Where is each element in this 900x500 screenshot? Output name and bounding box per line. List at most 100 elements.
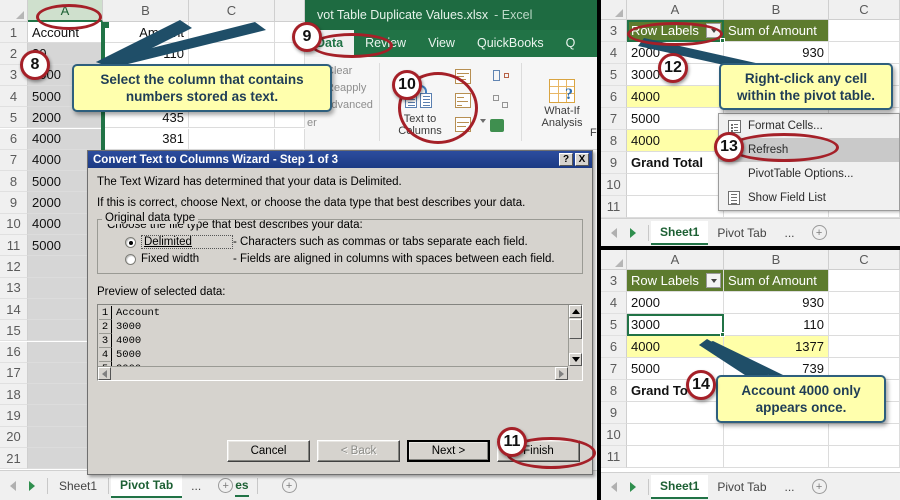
row-header[interactable]: 4 bbox=[601, 42, 627, 64]
row-header[interactable]: 13 bbox=[0, 277, 28, 299]
cell-c[interactable] bbox=[829, 424, 900, 446]
consolidate-icon[interactable] bbox=[493, 69, 509, 84]
next-sheet-icon-br[interactable] bbox=[630, 481, 636, 492]
ribbon-tab-quickbooks[interactable]: QuickBooks bbox=[466, 30, 555, 57]
ribbon-tab-review[interactable]: Review bbox=[354, 30, 417, 57]
row-header[interactable]: 4 bbox=[601, 292, 627, 314]
row-header[interactable]: 19 bbox=[0, 405, 28, 427]
row-header[interactable]: 7 bbox=[0, 149, 28, 172]
sheet-tab-more-br[interactable]: ... bbox=[776, 476, 804, 498]
prev-sheet-icon-tr[interactable] bbox=[611, 227, 617, 238]
cell-c[interactable] bbox=[829, 270, 900, 292]
scroll-right-button[interactable] bbox=[555, 367, 568, 380]
scroll-left-button[interactable] bbox=[98, 367, 111, 380]
next-sheet-icon-tr[interactable] bbox=[630, 227, 636, 238]
vertical-scroll-thumb[interactable] bbox=[569, 319, 582, 339]
cell-a[interactable]: 5000 bbox=[627, 108, 724, 130]
sheet-tab-sheet1-tr[interactable]: Sheet1 bbox=[651, 220, 709, 245]
add-sheet-button-br[interactable]: + bbox=[811, 479, 827, 494]
row-header[interactable]: 8 bbox=[0, 171, 28, 193]
row-header[interactable]: 10 bbox=[601, 424, 627, 446]
prev-sheet-icon[interactable] bbox=[10, 480, 16, 491]
cell-a[interactable]: Grand Total bbox=[627, 152, 724, 174]
remove-duplicates-icon[interactable] bbox=[455, 93, 471, 108]
cell-c[interactable] bbox=[829, 292, 900, 314]
radio-fixed-width-row[interactable]: Fixed width - Fields are aligned in colu… bbox=[107, 253, 573, 265]
radio-fixed-width[interactable] bbox=[125, 253, 136, 265]
row-header[interactable]: 6 bbox=[0, 128, 28, 150]
sheet-tab-more[interactable]: ... bbox=[182, 475, 210, 497]
cell-a[interactable] bbox=[627, 174, 724, 196]
cell-c[interactable] bbox=[829, 314, 900, 336]
row-header[interactable]: 5 bbox=[0, 107, 28, 129]
sheet-tab-overlap-fragment[interactable]: es bbox=[235, 475, 249, 497]
preview-horizontal-scrollbar[interactable] bbox=[98, 366, 568, 380]
flash-fill-icon[interactable] bbox=[455, 69, 471, 84]
add-sheet-button-2[interactable]: + bbox=[281, 478, 297, 493]
cell-a[interactable]: 4000 bbox=[28, 128, 103, 150]
row-header[interactable]: 4 bbox=[0, 85, 28, 108]
row-header[interactable]: 12 bbox=[0, 256, 28, 278]
sheet-tab-sheet1[interactable]: Sheet1 bbox=[50, 475, 106, 497]
cell-c[interactable] bbox=[829, 336, 900, 358]
row-header[interactable]: 3 bbox=[601, 270, 627, 292]
sheet-nav-arrows-br[interactable] bbox=[601, 481, 646, 492]
cell-c[interactable] bbox=[829, 446, 900, 468]
row-labels-filter-button-br[interactable] bbox=[706, 273, 721, 288]
data-preview-box[interactable]: 1Account23000340004500052000 bbox=[97, 304, 583, 381]
cancel-button[interactable]: Cancel bbox=[227, 440, 310, 462]
column-header-a-tr[interactable]: A bbox=[627, 0, 724, 20]
cell-a[interactable]: 4000 bbox=[627, 130, 724, 152]
menu-item-format-cells[interactable]: Format Cells... bbox=[719, 114, 899, 138]
cell-d[interactable] bbox=[275, 128, 305, 150]
row-header[interactable]: 10 bbox=[0, 213, 28, 235]
cell-b[interactable]: 110 bbox=[724, 314, 829, 336]
ribbon-tab-partial[interactable]: Q bbox=[555, 30, 587, 57]
data-validation-chevron-icon[interactable] bbox=[480, 119, 486, 123]
row-header[interactable]: 8 bbox=[601, 380, 627, 402]
sheet-tab-more-tr[interactable]: ... bbox=[776, 222, 804, 244]
row-header[interactable]: 7 bbox=[601, 358, 627, 380]
cell-a[interactable]: 4000 bbox=[627, 86, 724, 108]
cell-a[interactable] bbox=[627, 402, 724, 424]
sheet-tab-pivot-tab-br[interactable]: Pivot Tab bbox=[708, 476, 775, 498]
cell-c[interactable] bbox=[189, 128, 275, 150]
cell-b[interactable] bbox=[724, 446, 829, 468]
cell-b[interactable]: 381 bbox=[103, 128, 189, 150]
row-header[interactable]: 7 bbox=[601, 108, 627, 130]
next-sheet-icon[interactable] bbox=[29, 480, 35, 491]
row-header[interactable]: 9 bbox=[601, 152, 627, 174]
scroll-down-button[interactable] bbox=[569, 353, 582, 366]
relationships-icon[interactable] bbox=[493, 95, 509, 110]
cell-a[interactable]: 2000 bbox=[627, 292, 724, 314]
row-header[interactable]: 20 bbox=[0, 426, 28, 448]
row-header[interactable]: 17 bbox=[0, 362, 28, 385]
sheet-nav-arrows[interactable] bbox=[0, 480, 45, 491]
row-header[interactable]: 14 bbox=[0, 298, 28, 321]
add-sheet-button-tr[interactable]: + bbox=[811, 225, 827, 240]
row-header[interactable]: 9 bbox=[0, 192, 28, 214]
sheet-tab-pivot-tab-tr[interactable]: Pivot Tab bbox=[708, 222, 775, 244]
column-header-b-br[interactable]: B bbox=[724, 250, 829, 270]
row-header[interactable]: 3 bbox=[601, 20, 627, 42]
cell-a[interactable] bbox=[627, 424, 724, 446]
manage-model-icon[interactable] bbox=[490, 119, 504, 132]
row-header[interactable]: 5 bbox=[601, 314, 627, 336]
next-button[interactable]: Next > bbox=[407, 440, 490, 462]
row-header[interactable]: 11 bbox=[601, 196, 627, 218]
ribbon-tab-view[interactable]: View bbox=[417, 30, 466, 57]
help-button[interactable]: ? bbox=[559, 153, 573, 166]
row-header[interactable]: 6 bbox=[601, 86, 627, 108]
cell-b[interactable]: 930 bbox=[724, 292, 829, 314]
close-button[interactable]: X bbox=[575, 153, 589, 166]
row-header[interactable]: 6 bbox=[601, 336, 627, 358]
menu-item-refresh[interactable]: Refresh bbox=[719, 138, 899, 162]
add-sheet-button[interactable]: + bbox=[218, 478, 234, 493]
select-all-corner-tr[interactable] bbox=[601, 0, 627, 20]
row-header[interactable]: 11 bbox=[0, 235, 28, 257]
row-header[interactable]: 11 bbox=[601, 446, 627, 468]
row-header[interactable]: 18 bbox=[0, 384, 28, 406]
cell-c[interactable] bbox=[829, 42, 900, 64]
select-all-corner-br[interactable] bbox=[601, 250, 627, 270]
row-header[interactable]: 10 bbox=[601, 174, 627, 196]
